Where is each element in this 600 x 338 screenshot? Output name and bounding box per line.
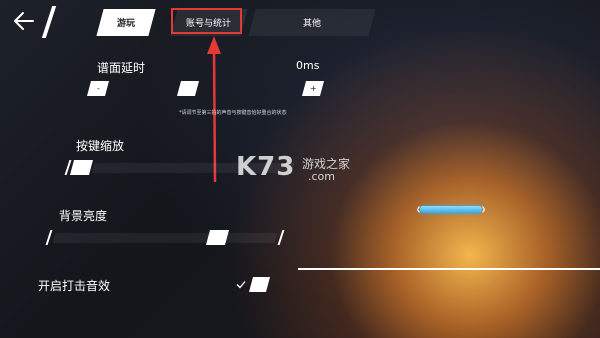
- latency-label: 谱面延时: [97, 61, 146, 75]
- tab-other-label: 其他: [302, 19, 321, 29]
- brightness-slider-handle[interactable]: [205, 230, 230, 245]
- annotation-highlight-box: [171, 8, 242, 34]
- hit-sound-label: 开启打击音效: [38, 279, 111, 293]
- brightness-label: 背景亮度: [59, 209, 108, 223]
- minus-label: -: [96, 84, 100, 93]
- separator-line: [298, 268, 600, 270]
- note-preview-bar: [420, 206, 482, 213]
- watermark-logo: K73 游戏之家 .com: [236, 152, 366, 188]
- brightness-track-start: [45, 230, 53, 245]
- note-preview: ❮ ❯: [416, 204, 486, 215]
- check-icon: [236, 281, 246, 289]
- back-arrow-icon: [14, 12, 34, 30]
- brightness-track-end: [277, 230, 285, 245]
- latency-note: *请调节至第三拍的声音与按键音恰好重合的状态: [179, 110, 287, 116]
- key-scale-slider-handle[interactable]: [69, 160, 94, 175]
- tab-other[interactable]: 其他: [248, 9, 376, 36]
- tab-play-label: 游玩: [116, 19, 135, 29]
- latency-plus-button[interactable]: +: [301, 81, 325, 96]
- brightness-track[interactable]: [52, 233, 278, 243]
- watermark-domain: .com: [308, 170, 335, 183]
- latency-slider-handle[interactable]: [176, 81, 200, 96]
- back-button[interactable]: [12, 10, 36, 32]
- hit-sound-checkbox[interactable]: [248, 277, 271, 292]
- tab-play[interactable]: 游玩: [96, 9, 156, 36]
- divider-slash: [41, 6, 57, 38]
- latency-value: 0ms: [296, 59, 320, 72]
- note-preview-right-cap: ❯: [480, 206, 486, 213]
- key-scale-label: 按键缩放: [76, 139, 125, 153]
- latency-minus-button[interactable]: -: [86, 81, 110, 96]
- plus-label: +: [309, 84, 317, 93]
- note-preview-left-cap: ❮: [416, 206, 422, 213]
- watermark-brand: K73: [236, 152, 296, 182]
